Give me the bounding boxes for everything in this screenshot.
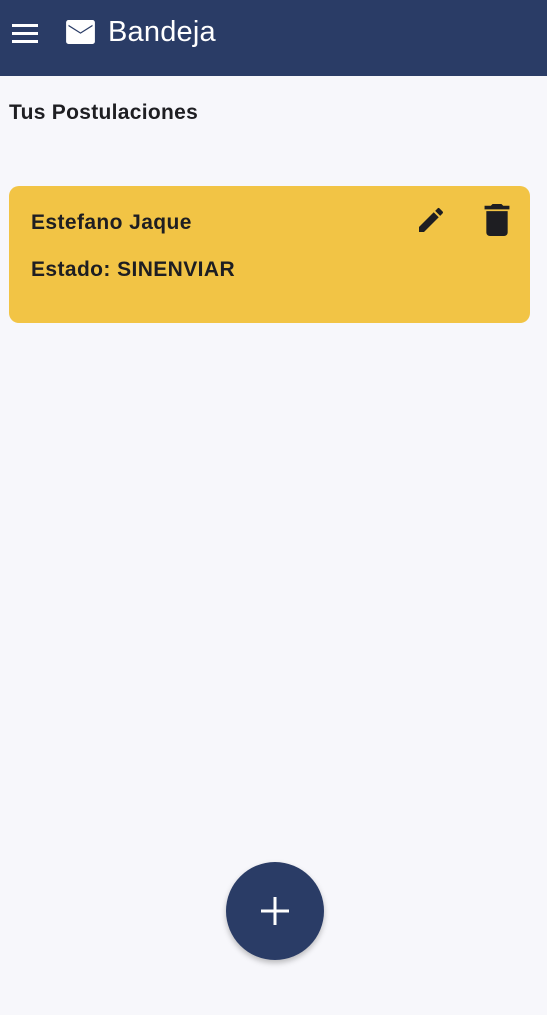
edit-button[interactable] <box>415 204 447 236</box>
status-line: Estado: SINENVIAR <box>31 258 235 282</box>
app-bar: Bandeja <box>0 0 547 76</box>
pencil-icon <box>419 207 444 232</box>
status-value: SINENVIAR <box>117 258 236 281</box>
add-application-button[interactable] <box>226 862 324 960</box>
application-card[interactable]: Estefano Jaque Estado: SINENVIAR <box>9 186 530 323</box>
menu-button[interactable] <box>12 23 38 43</box>
app-title: Bandeja <box>108 16 216 48</box>
applicant-name: Estefano Jaque <box>31 211 192 234</box>
mail-icon <box>66 20 95 44</box>
status-label: Estado: <box>31 258 111 281</box>
delete-button[interactable] <box>483 204 511 236</box>
hamburger-menu-icon <box>12 24 38 43</box>
section-title: Tus Postulaciones <box>9 101 199 124</box>
plus-icon <box>261 897 289 925</box>
trash-icon <box>484 204 510 236</box>
